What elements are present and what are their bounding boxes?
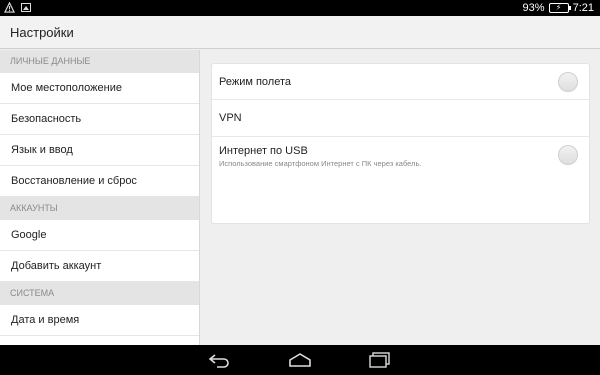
page-title: Настройки — [10, 25, 74, 40]
recents-icon[interactable] — [368, 351, 392, 369]
warning-icon — [4, 2, 15, 13]
settings-content: Режим полета VPN Интернет по USB Использ… — [200, 50, 600, 345]
action-bar: Настройки — [0, 16, 600, 49]
usb-tethering-toggle[interactable] — [558, 145, 578, 165]
usb-tethering-label: Интернет по USB — [219, 145, 308, 157]
settings-sidebar: ЛИЧНЫЕ ДАННЫЕ Мое местоположение Безопас… — [0, 50, 200, 345]
status-bar: 93% ⚡ 7:21 — [0, 0, 600, 16]
sidebar-item-backup-reset[interactable]: Восстановление и сброс — [0, 166, 199, 197]
vpn-label: VPN — [219, 112, 242, 124]
image-icon — [21, 3, 31, 12]
sidebar-item-location[interactable]: Мое местоположение — [0, 73, 199, 104]
navigation-bar — [0, 345, 600, 375]
clock: 7:21 — [572, 2, 594, 14]
airplane-mode-label: Режим полета — [219, 76, 292, 88]
sidebar-item-google[interactable]: Google — [0, 220, 199, 251]
usb-tethering-row[interactable]: Интернет по USB Использование смартфоном… — [212, 137, 589, 174]
section-header-system: СИСТЕМА — [0, 282, 199, 305]
usb-tethering-summary: Использование смартфоном Интернет с ПК ч… — [219, 159, 422, 168]
battery-icon: ⚡ — [548, 3, 571, 13]
sidebar-item-security[interactable]: Безопасность — [0, 104, 199, 135]
wireless-settings-card: Режим полета VPN Интернет по USB Использ… — [211, 63, 590, 224]
back-icon[interactable] — [208, 351, 232, 369]
airplane-mode-toggle[interactable] — [558, 72, 578, 92]
airplane-mode-row[interactable]: Режим полета — [212, 64, 589, 100]
section-header-accounts: АККАУНТЫ — [0, 197, 199, 220]
section-header-personal: ЛИЧНЫЕ ДАННЫЕ — [0, 50, 199, 73]
vpn-row[interactable]: VPN — [212, 100, 589, 137]
sidebar-item-date-time[interactable]: Дата и время — [0, 305, 199, 336]
sidebar-item-add-account[interactable]: Добавить аккаунт — [0, 251, 199, 282]
sidebar-item-language-input[interactable]: Язык и ввод — [0, 135, 199, 166]
home-icon[interactable] — [288, 351, 312, 369]
battery-percent: 93% — [522, 2, 545, 14]
